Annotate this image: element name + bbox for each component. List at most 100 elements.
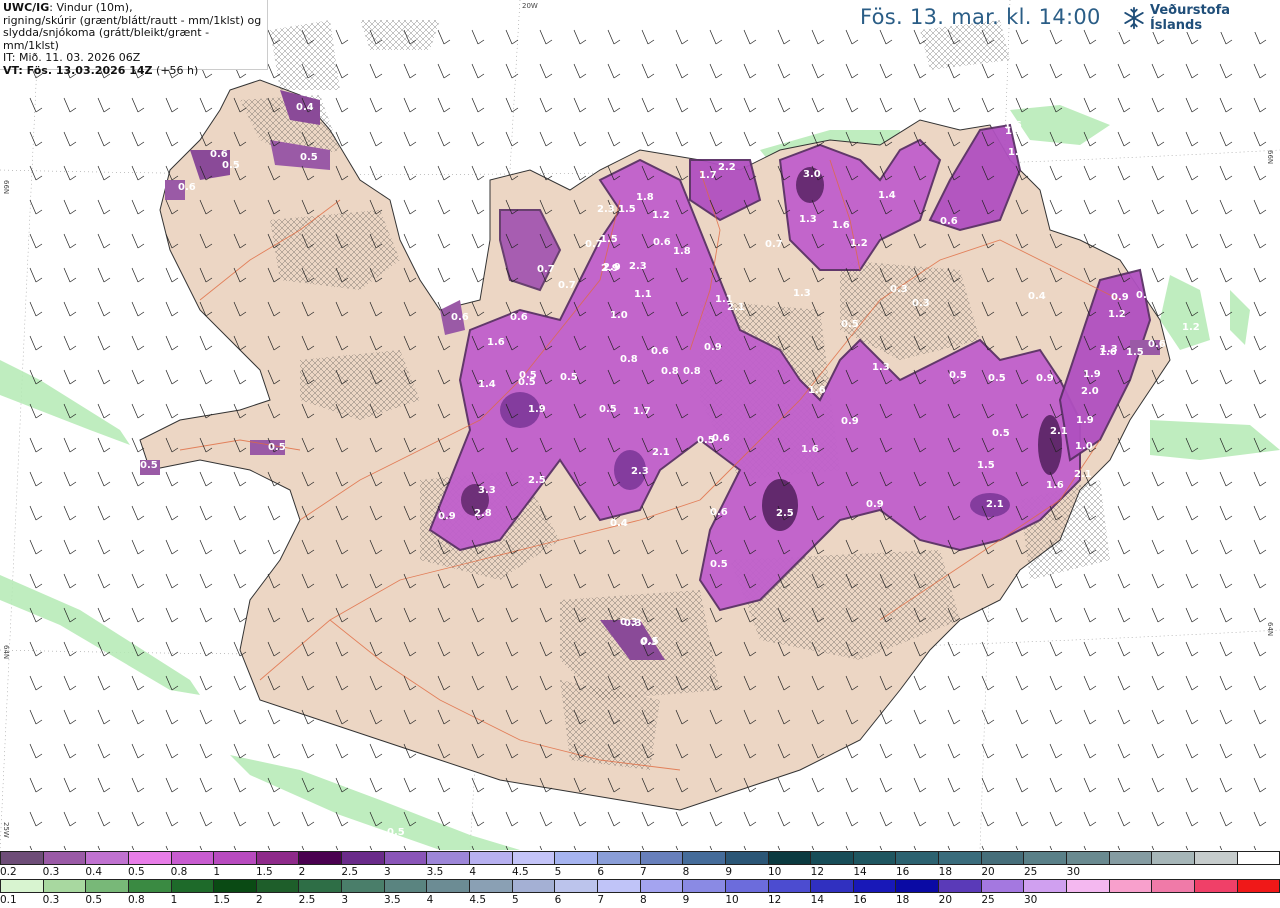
precip-value-label: 0.8	[661, 366, 679, 377]
rain-swatch	[384, 879, 428, 893]
rain-swatch	[470, 879, 513, 893]
rain-swatch	[427, 879, 471, 893]
grid-label-bottom-left: 25W	[2, 822, 10, 838]
rain-scale-label: 4.5	[469, 894, 487, 906]
precip-value-label: 1.7	[699, 170, 717, 181]
snow-swatch	[470, 851, 513, 865]
precip-value-label: 0.5	[992, 428, 1010, 439]
rain-swatch	[1109, 879, 1153, 893]
snow-swatch	[384, 851, 428, 865]
snow-swatch	[256, 851, 300, 865]
precip-value-label: 0.5	[387, 827, 405, 838]
rain-swatch	[214, 879, 257, 893]
rain-swatch	[768, 879, 812, 893]
precip-value-label: 1.3	[799, 214, 817, 225]
snow-swatch	[811, 851, 854, 865]
snow-swatch	[939, 851, 982, 865]
snow-scale-label: 10	[768, 866, 782, 878]
snow-scale-label: 2	[298, 866, 306, 878]
forecast-hour: (+56 h)	[152, 63, 199, 77]
precip-value-label: 2.1	[1074, 469, 1092, 480]
precip-value-label: 0.8	[620, 354, 638, 365]
precip-value-label: 0.9	[841, 416, 859, 427]
rain-swatch	[683, 879, 726, 893]
snow-swatch	[597, 851, 641, 865]
precip-value-label: 0.7	[537, 264, 555, 275]
precip-value-label: 1.0	[610, 310, 628, 321]
precip-value-label: 0.9	[704, 342, 722, 353]
snow-scale-label: 0.5	[128, 866, 145, 878]
rain-scale-label: 1	[170, 894, 178, 906]
precip-value-label: 1.1	[634, 289, 652, 300]
precip-value-label: 1.6	[487, 337, 505, 348]
snow-swatch	[896, 851, 940, 865]
precip-value-label: 0.6	[178, 182, 196, 193]
snow-swatch	[725, 851, 769, 865]
snow-swatch	[342, 851, 385, 865]
precip-value-label: 0.3	[890, 284, 908, 295]
precip-value-label: 0.9	[438, 511, 456, 522]
valid-time: VT: Fös. 13.03.2026 14Z	[3, 63, 153, 77]
rain-color-scale	[0, 879, 1280, 893]
snow-swatch	[0, 851, 44, 865]
precip-value-label: 0.5	[599, 404, 617, 415]
rain-scale-label: 2	[256, 894, 263, 906]
precip-value-label: 0.7	[558, 280, 576, 291]
precip-value-label: 0.5	[140, 460, 158, 471]
snow-swatch	[640, 851, 684, 865]
precip-value-label: 1.9	[1083, 369, 1101, 380]
rain-scale-label: 2.5	[298, 894, 316, 906]
snow-scale-label: 1	[213, 866, 221, 878]
precip-value-label: 0.6	[210, 149, 228, 160]
rain-swatch	[1152, 879, 1195, 893]
snow-scale-label: 4.5	[512, 866, 529, 878]
precip-value-label: 2.0	[1081, 386, 1099, 397]
precip-value-label: 0.7	[765, 239, 783, 250]
snow-swatch	[214, 851, 257, 865]
precip-value-label: 2.1	[986, 499, 1004, 510]
rain-swatch	[299, 879, 343, 893]
precip-value-label: 1.9	[1076, 415, 1094, 426]
precip-value-label: 0.6	[710, 507, 728, 518]
rain-swatch	[1194, 879, 1238, 893]
precip-value-label: 0.5	[949, 370, 967, 381]
product-code: UWC/IG	[3, 1, 50, 14]
precip-value-label: 1.2	[850, 238, 868, 249]
grid-label-left-upper: 66N	[2, 180, 10, 194]
rain-swatch	[981, 879, 1025, 893]
snow-scale-label: 4	[469, 866, 477, 878]
snow-swatch	[1194, 851, 1238, 865]
snow-swatch	[1024, 851, 1068, 865]
precip-value-label: 1.2	[1108, 309, 1126, 320]
precip-value-label: 1.4	[478, 379, 496, 390]
precip-value-label: 0.4	[296, 102, 314, 113]
rain-scale-label: 30	[1024, 894, 1038, 906]
snow-swatch	[171, 851, 215, 865]
snow-scale-label: 18	[938, 866, 953, 878]
snow-scale-label: 0.4	[85, 866, 103, 878]
rain-scale-label: 3.5	[384, 894, 401, 906]
snow-scale-label: 9	[725, 866, 733, 878]
rain-swatch	[725, 879, 769, 893]
info-box: UWC/IG: Vindur (10m), rigning/skúrir (gr…	[0, 0, 268, 76]
weather-map[interactable]: 0.4 0.5 0.6 0.5 0.6 0.5 0.5 0.7 0.5 1.9 1.4 0.6 1.6 1…	[0, 0, 1280, 850]
precip-value-label: 0.4	[1028, 291, 1046, 302]
precip-value-label: 2.3	[631, 466, 649, 477]
rain-swatch	[1237, 879, 1280, 893]
snow-swatch	[128, 851, 172, 865]
rain-scale-label: 12	[768, 894, 782, 906]
rain-scale-label: 0.5	[85, 894, 103, 906]
snow-swatch	[768, 851, 812, 865]
precip-value-label: 1.6	[1008, 147, 1026, 158]
rain-swatch	[1067, 879, 1110, 893]
precip-value-label: 0.6	[712, 433, 730, 444]
precip-value-label: 0.3	[640, 637, 658, 648]
rain-swatch	[896, 879, 940, 893]
rain-swatch	[555, 879, 598, 893]
precip-value-label: 1.6	[1004, 120, 1022, 131]
precip-value-label: 1.5	[977, 460, 995, 471]
precip-value-label: 1.6	[1046, 480, 1064, 491]
rain-scale-label: 0.1	[0, 894, 17, 906]
precip-value-label: 3.3	[478, 485, 496, 496]
rain-swatch	[597, 879, 641, 893]
